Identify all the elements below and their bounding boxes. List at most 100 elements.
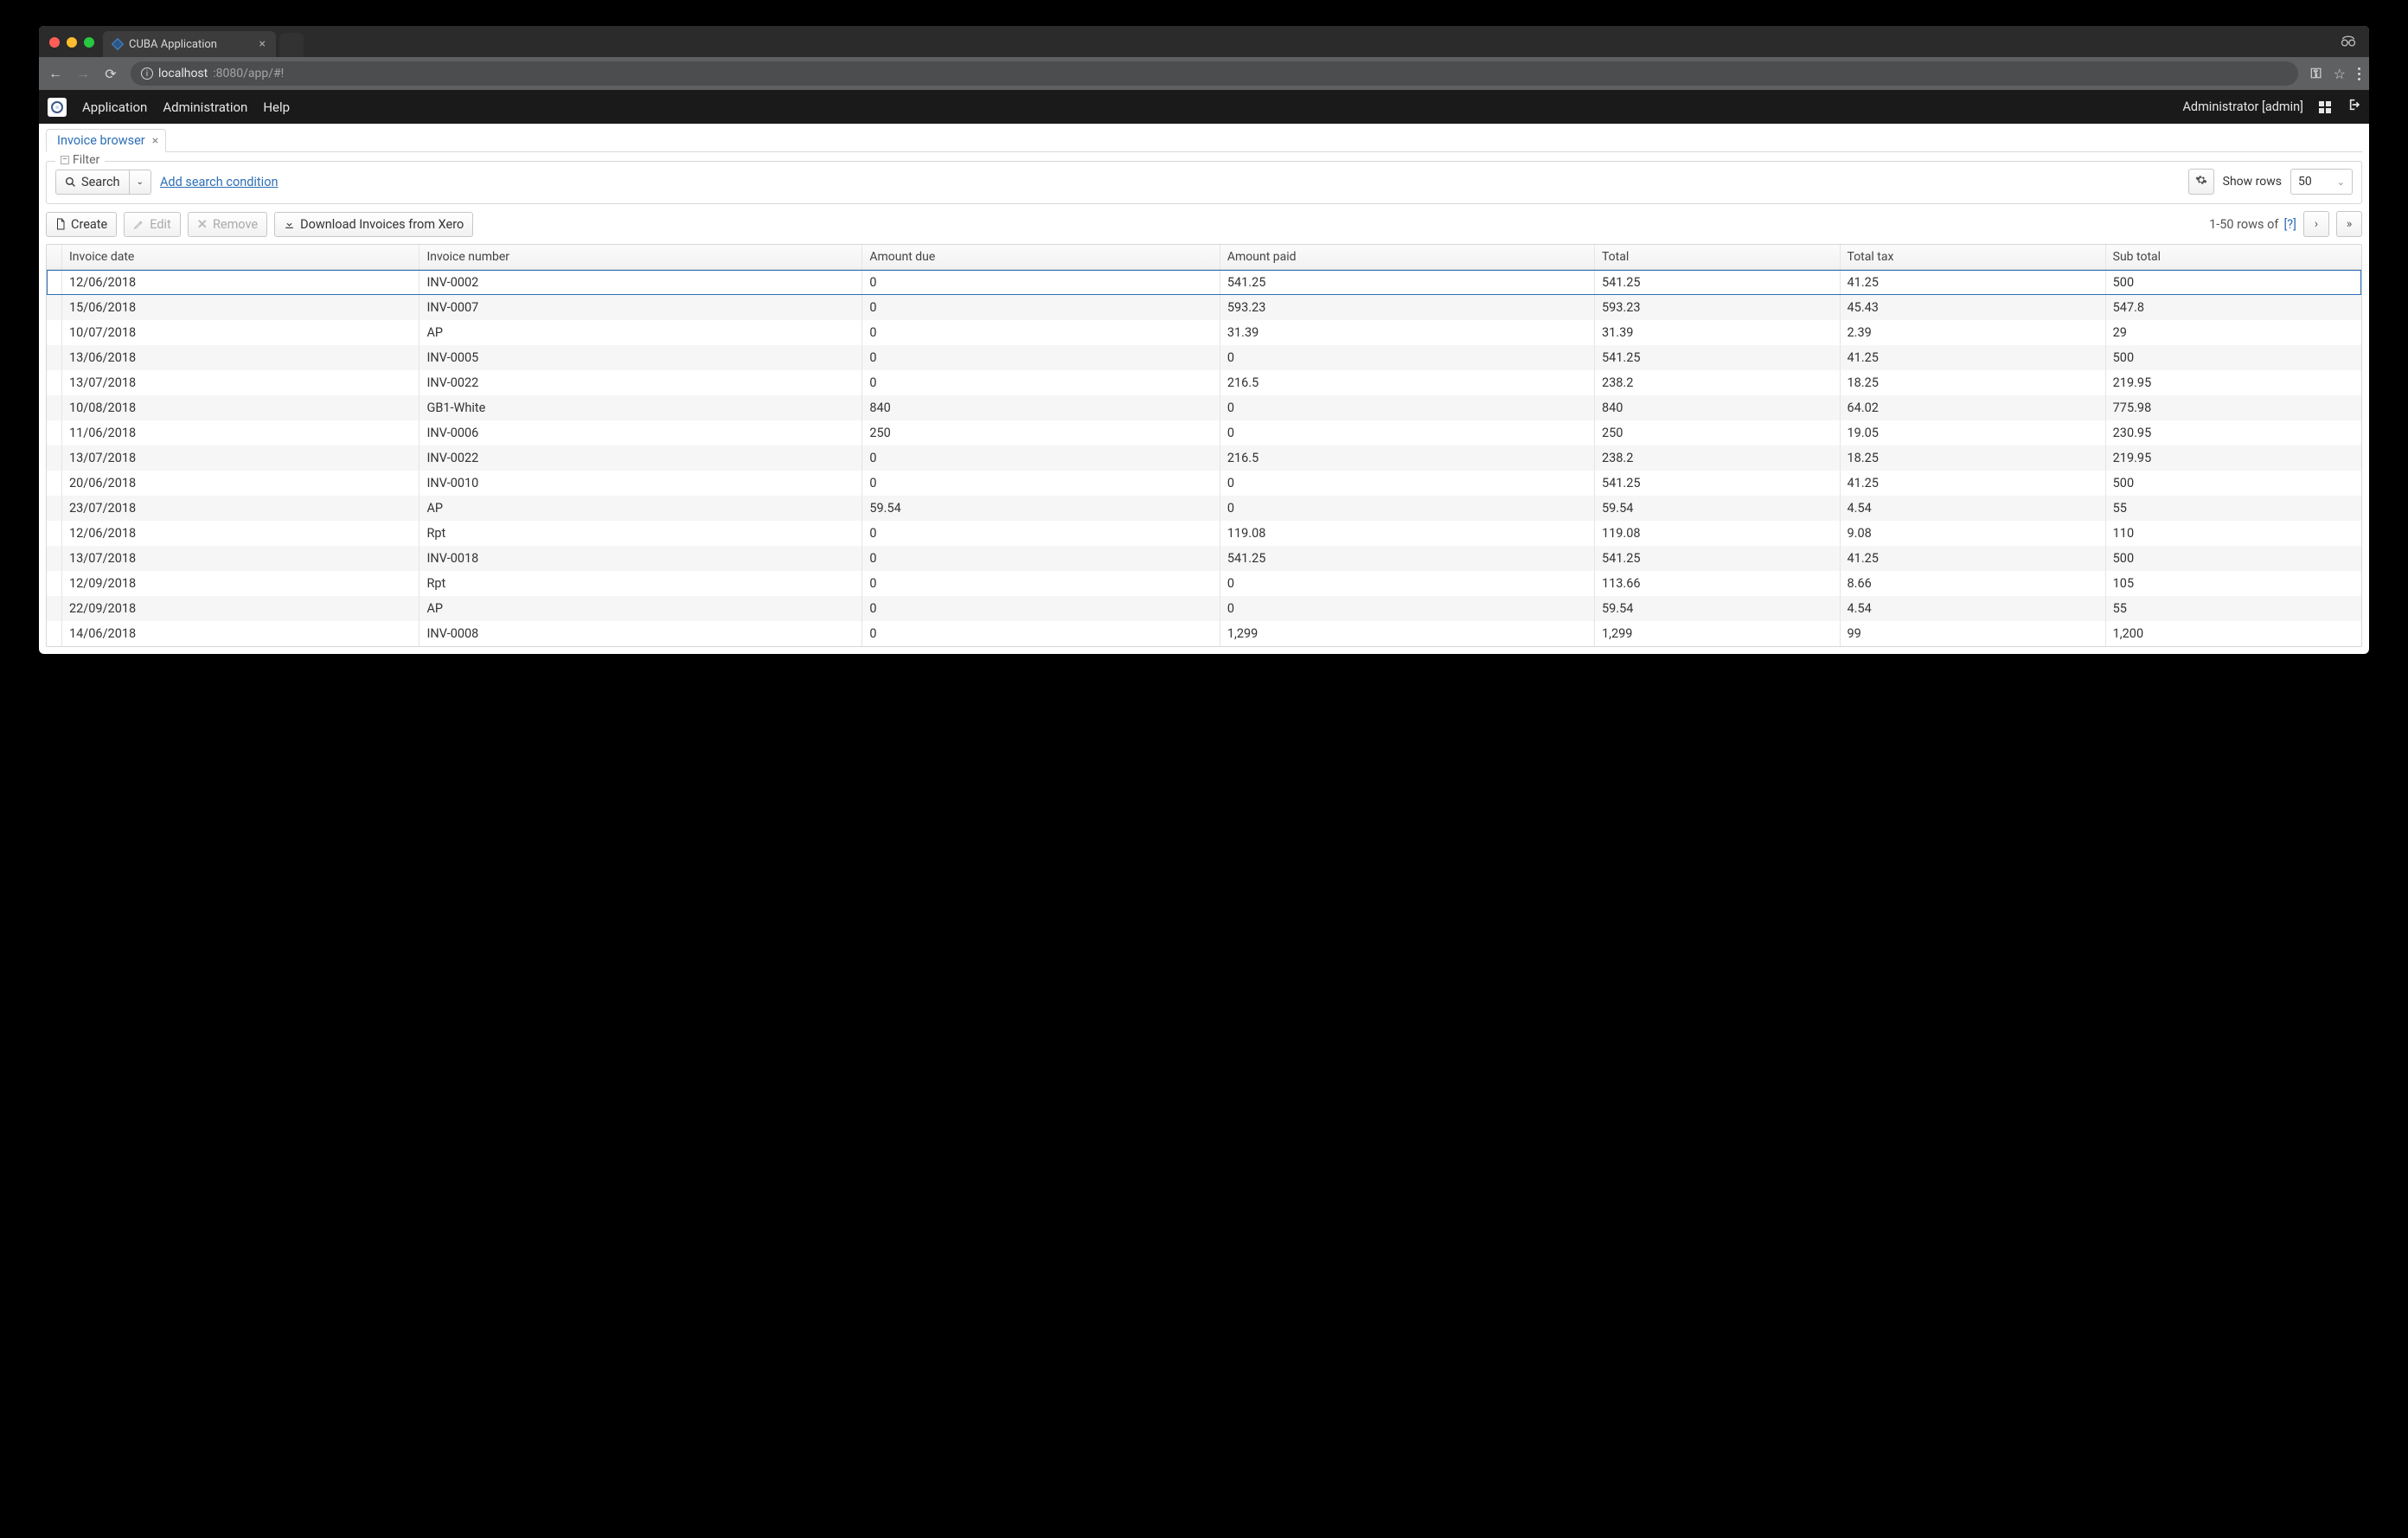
cell: 31.39 [1595,320,1841,345]
document-icon [55,218,66,230]
cell: 541.25 [1595,345,1841,370]
cell: 0 [862,596,1220,621]
table-row[interactable]: 10/07/2018AP031.3931.392.3929 [47,320,2361,345]
cell: 119.08 [1220,521,1595,546]
cell: 547.8 [2106,295,2361,320]
table-row[interactable]: 23/07/2018AP59.54059.544.5455 [47,496,2361,521]
chevron-double-right-icon: » [2347,217,2353,231]
table-header-gutter [47,245,62,269]
remove-button[interactable]: ✕ Remove [188,212,267,237]
col-amount-paid[interactable]: Amount paid [1220,245,1595,269]
browser-tab-title: CUBA Application [129,38,217,51]
search-icon [65,176,76,188]
col-total[interactable]: Total [1595,245,1841,269]
cell: 593.23 [1595,295,1841,320]
cell: 541.25 [1220,270,1595,295]
table-row[interactable]: 11/06/2018INV-0006250025019.05230.95 [47,420,2361,445]
table-row[interactable]: 22/09/2018AP0059.544.5455 [47,596,2361,621]
download-icon [284,219,295,230]
nav-forward-icon[interactable]: → [75,65,91,82]
site-info-icon[interactable]: i [141,67,153,80]
download-invoices-button[interactable]: Download Invoices from Xero [274,212,473,237]
collapse-icon[interactable]: − [61,156,69,164]
table-row[interactable]: 13/07/2018INV-00220216.5238.218.25219.95 [47,370,2361,395]
filter-settings-button[interactable] [2188,169,2214,195]
browser-tab[interactable]: CUBA Application × [103,31,276,57]
table-row[interactable]: 14/06/2018INV-000801,2991,299991,200 [47,621,2361,646]
close-screen-tab-icon[interactable]: × [152,134,158,148]
row-gutter [47,345,62,370]
table-row[interactable]: 13/06/2018INV-000500541.2541.25500 [47,345,2361,370]
cell: 22/09/2018 [62,596,419,621]
menu-application[interactable]: Application [82,99,147,115]
cell: 13/07/2018 [62,370,419,395]
cell: 0 [862,370,1220,395]
cell: 250 [1595,420,1841,445]
logout-icon[interactable] [2347,98,2360,115]
maximize-window-button[interactable] [84,37,94,48]
bookmark-star-icon[interactable]: ☆ [2334,66,2346,82]
create-button[interactable]: Create [46,212,117,237]
next-page-button[interactable]: › [2303,211,2329,237]
cell: 250 [862,420,1220,445]
cell: 216.5 [1220,370,1595,395]
cell: 840 [862,395,1220,420]
col-total-tax[interactable]: Total tax [1841,245,2106,269]
cell: 238.2 [1595,370,1841,395]
table-row[interactable]: 12/06/2018Rpt0119.08119.089.08110 [47,521,2361,546]
table-row[interactable]: 20/06/2018INV-001000541.2541.25500 [47,471,2361,496]
table-row[interactable]: 12/09/2018Rpt00113.668.66105 [47,571,2361,596]
dashboard-icon[interactable] [2319,101,2331,113]
password-key-icon[interactable]: ⚿ [2310,65,2321,82]
minimize-window-button[interactable] [67,37,77,48]
rows-count-link[interactable]: [?] [2283,217,2296,232]
tab-invoice-browser[interactable]: Invoice browser × [46,129,166,152]
cell: 0 [862,471,1220,496]
close-tab-icon[interactable]: × [259,37,266,51]
cell: 1,299 [1595,621,1841,646]
cell: 0 [862,445,1220,471]
menu-help[interactable]: Help [263,99,290,115]
table-row[interactable]: 12/06/2018INV-00020541.25541.2541.25500 [47,270,2361,295]
table-row[interactable]: 15/06/2018INV-00070593.23593.2345.43547.… [47,295,2361,320]
show-rows-label: Show rows [2223,175,2282,189]
col-invoice-date[interactable]: Invoice date [62,245,419,269]
address-field[interactable]: i localhost:8080/app/#! [131,61,2298,86]
cell: 0 [862,270,1220,295]
show-rows-value: 50 [2298,175,2312,189]
search-dropdown-toggle[interactable]: ⌄ [130,170,151,195]
cell: INV-0018 [419,546,862,571]
app-logo-icon[interactable] [48,98,67,117]
cell: 12/06/2018 [62,521,419,546]
col-invoice-number[interactable]: Invoice number [419,245,862,269]
menu-administration[interactable]: Administration [163,99,247,115]
url-path: :8080/app/#! [213,67,284,80]
cell: 0 [1220,571,1595,596]
add-search-condition-link[interactable]: Add search condition [160,175,279,189]
cell: Rpt [419,571,862,596]
browser-menu-icon[interactable] [2358,67,2360,80]
last-page-button[interactable]: » [2336,211,2362,237]
cell: INV-0007 [419,295,862,320]
row-gutter [47,320,62,345]
table-row[interactable]: 13/07/2018INV-00220216.5238.218.25219.95 [47,445,2361,471]
cell: 23/07/2018 [62,496,419,521]
edit-button-label: Edit [150,217,171,232]
col-sub-total[interactable]: Sub total [2106,245,2361,269]
new-tab-stub[interactable] [279,33,304,57]
table-row[interactable]: 10/08/2018GB1-White840084064.02775.98 [47,395,2361,420]
filter-legend[interactable]: − Filter [55,153,105,167]
table-row[interactable]: 13/07/2018INV-00180541.25541.2541.25500 [47,546,2361,571]
edit-button[interactable]: Edit [124,212,181,237]
nav-back-icon[interactable]: ← [48,65,63,82]
cell: 105 [2106,571,2361,596]
show-rows-select[interactable]: 50 ⌄ [2290,169,2353,195]
nav-reload-icon[interactable]: ⟳ [103,66,118,82]
row-gutter [47,420,62,445]
search-button[interactable]: Search [55,170,130,195]
close-window-button[interactable] [49,37,60,48]
cell: AP [419,496,862,521]
col-amount-due[interactable]: Amount due [862,245,1220,269]
cell: 119.08 [1595,521,1841,546]
cell: INV-0010 [419,471,862,496]
